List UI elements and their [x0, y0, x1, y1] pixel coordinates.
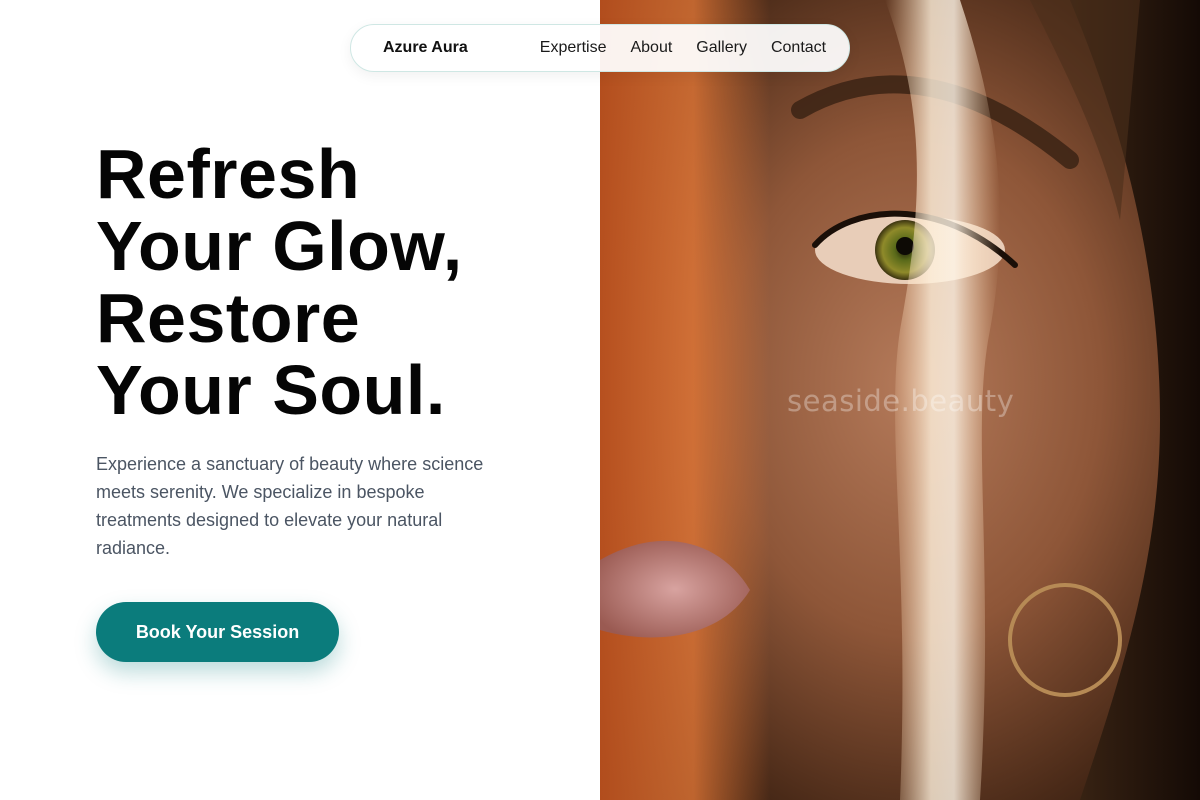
nav-links: Expertise About Gallery Contact — [540, 39, 826, 57]
nav-link-gallery[interactable]: Gallery — [696, 39, 747, 57]
landing-page: Refresh Your Glow, Restore Your Soul. Ex… — [0, 0, 1200, 800]
headline-line-4: Your Soul. — [96, 351, 446, 429]
book-session-button[interactable]: Book Your Session — [96, 602, 339, 662]
nav-link-about[interactable]: About — [630, 39, 672, 57]
portrait-illustration — [600, 0, 1200, 800]
headline-line-1: Refresh — [96, 135, 361, 213]
hero-headline: Refresh Your Glow, Restore Your Soul. — [96, 138, 463, 426]
headline-line-2: Your Glow, — [96, 207, 463, 285]
brand-logo-link[interactable]: Azure Aura — [383, 39, 468, 57]
nav-link-expertise[interactable]: Expertise — [540, 39, 607, 57]
hero-content: Refresh Your Glow, Restore Your Soul. Ex… — [0, 0, 600, 800]
nav-link-contact[interactable]: Contact — [771, 39, 826, 57]
top-navbar: Azure Aura Expertise About Gallery Conta… — [350, 24, 850, 72]
headline-line-3: Restore — [96, 279, 361, 357]
hero-description: Experience a sanctuary of beauty where s… — [96, 454, 484, 558]
hero-portrait-photo — [600, 0, 1200, 800]
